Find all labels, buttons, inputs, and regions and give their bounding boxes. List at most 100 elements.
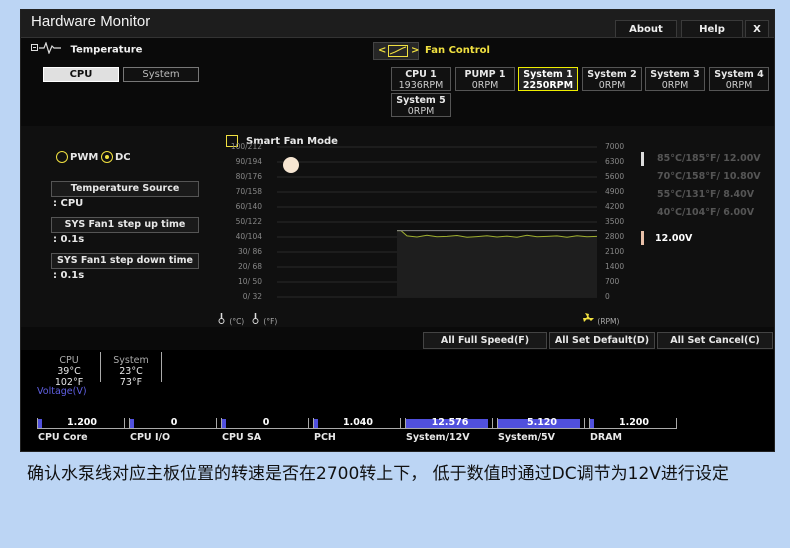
step-down-time-button[interactable]: SYS Fan1 step down time [51,253,199,269]
fahrenheit-unit[interactable]: (°F) [252,312,277,326]
system-temp-label: System [113,355,149,366]
voltage-value: 5.120 [526,417,558,428]
pwm-radio[interactable]: PWM [56,151,98,163]
fan-icon [581,313,597,326]
rpm-unit: (RPM) [581,312,619,326]
rpm-label: (RPM) [597,317,620,326]
temperature-source-button[interactable]: Temperature Source [51,181,199,197]
voltage-meter: 1.200 CPU Core [37,418,127,446]
close-button[interactable]: X [745,20,769,37]
temperature-tick-label: 10/ 50 [238,277,262,286]
all-set-cancel-button[interactable]: All Set Cancel(C) [657,332,773,349]
help-button[interactable]: Help [681,20,743,37]
rpm-tick-label: 4200 [605,202,625,211]
fan-button-system2[interactable]: System 2 0RPM [582,67,642,91]
temperature-tick-label: 50/122 [235,217,262,226]
dc-label: DC [115,151,131,163]
voltage-name: CPU Core [38,432,88,443]
rpm-tick-label: 2100 [605,247,625,256]
voltage-meter: 1.040 PCH [313,418,403,446]
rpm-tick-label: 2800 [605,232,625,241]
cpu-temp-label: CPU [59,355,79,366]
nav-next-icon[interactable]: > [411,45,419,56]
temperature-monitor-icon [31,41,67,57]
temperature-tick-label: 30/ 86 [238,247,262,256]
temperature-tick-label: 80/176 [235,172,262,181]
tab-system[interactable]: System [123,67,199,82]
current-voltage: 12.00V [655,233,693,244]
rpm-tick-label: 4900 [605,187,625,196]
voltage-meter: 0 CPU SA [221,418,311,446]
fan-button-pump1[interactable]: PUMP 1 0RPM [455,67,515,91]
all-set-default-button[interactable]: All Set Default(D) [549,332,655,349]
rpm-tick-label: 0 [605,292,610,301]
voltage-step-1: 85°C/185°F/ 12.00V [657,153,761,164]
temperature-source-value: : CPU [53,198,84,209]
temperature-tick-label: 0/ 32 [242,292,262,301]
voltage-name: System/12V [406,432,470,443]
temperature-header: Temperature [31,41,142,57]
rpm-tick-label: 1400 [605,262,625,271]
voltage-step-marker [641,152,644,166]
fan-button-system3[interactable]: System 3 0RPM [645,67,705,91]
voltage-value: 1.200 [66,417,98,428]
fan-rpm: 0RPM [598,80,626,91]
system-temp-f: 73°F [119,377,143,388]
all-full-speed-button[interactable]: All Full Speed(F) [423,332,547,349]
celsius-unit[interactable]: (°C) [218,312,244,326]
fan-name: System 3 [650,69,700,80]
rpm-tick-label: 5600 [605,172,625,181]
cpu-temp-c: 39°C [57,366,81,377]
reading-divider [161,352,162,382]
hardware-monitor-window: Hardware Monitor About Help X Temperatur… [20,9,775,452]
fan-button-system5[interactable]: System 5 0RPM [391,93,451,117]
fan-name: System 1 [523,69,573,80]
temperature-tick-label: 90/194 [235,157,262,166]
voltage-title: Voltage(V) [37,386,87,397]
voltage-value: 0 [262,417,270,428]
fan-rpm: 1936RPM [398,80,444,91]
thermometer-icon [218,313,229,326]
fan-button-system1[interactable]: System 1 2250RPM [518,67,578,91]
voltage-step-3: 55°C/131°F/ 8.40V [657,189,755,200]
cpu-temperature-reading: CPU 39°C 102°F [49,355,89,388]
pwm-label: PWM [70,151,99,163]
reading-divider [100,352,101,382]
voltage-value: 0 [170,417,178,428]
about-button[interactable]: About [615,20,677,37]
voltage-name: System/5V [498,432,556,443]
thermometer-icon [252,313,263,326]
system-temperature-reading: System 23°C 73°F [107,355,155,388]
voltage-meter: 0 CPU I/O [129,418,219,446]
caption-text: 确认水泵线对应主板位置的转速是否在2700转上下， 低于数值时通过DC调节为12… [27,464,729,484]
fan-rpm: 0RPM [407,106,435,117]
voltage-value: 1.040 [342,417,374,428]
temperature-tick-label: 40/104 [235,232,262,241]
voltage-step-4: 40°C/104°F/ 6.00V [657,207,755,218]
dc-radio[interactable]: DC [101,151,131,163]
system-temp-c: 23°C [119,366,143,377]
voltage-name: CPU SA [222,432,262,443]
voltage-name: CPU I/O [130,432,171,443]
tab-cpu[interactable]: CPU [43,67,119,82]
fan-name: System 2 [587,69,637,80]
fahrenheit-label: (°F) [263,317,278,326]
temperature-tick-label: 70/158 [235,187,262,196]
fan-curve-icon [388,45,408,60]
app-title: Hardware Monitor [31,13,151,30]
voltage-value: 12.576 [431,417,469,428]
voltage-step-2: 70°C/158°F/ 10.80V [657,171,761,182]
fan-name: CPU 1 [405,69,437,80]
voltage-value: 1.200 [618,417,650,428]
voltage-meter: 1.200 DRAM [589,418,679,446]
dc-radio-dot[interactable] [101,151,113,163]
fan-rpm: 2250RPM [522,80,574,91]
nav-prev-icon[interactable]: < [378,45,386,56]
fan-control-nav[interactable]: < > [373,42,419,60]
fan-button-system4[interactable]: System 4 0RPM [709,67,769,91]
fan-button-cpu1[interactable]: CPU 1 1936RPM [391,67,451,91]
pwm-radio-dot[interactable] [56,151,68,163]
temperature-tick-label: 100/212 [230,142,262,151]
step-up-time-button[interactable]: SYS Fan1 step up time [51,217,199,233]
temperature-tick-label: 60/140 [235,202,262,211]
